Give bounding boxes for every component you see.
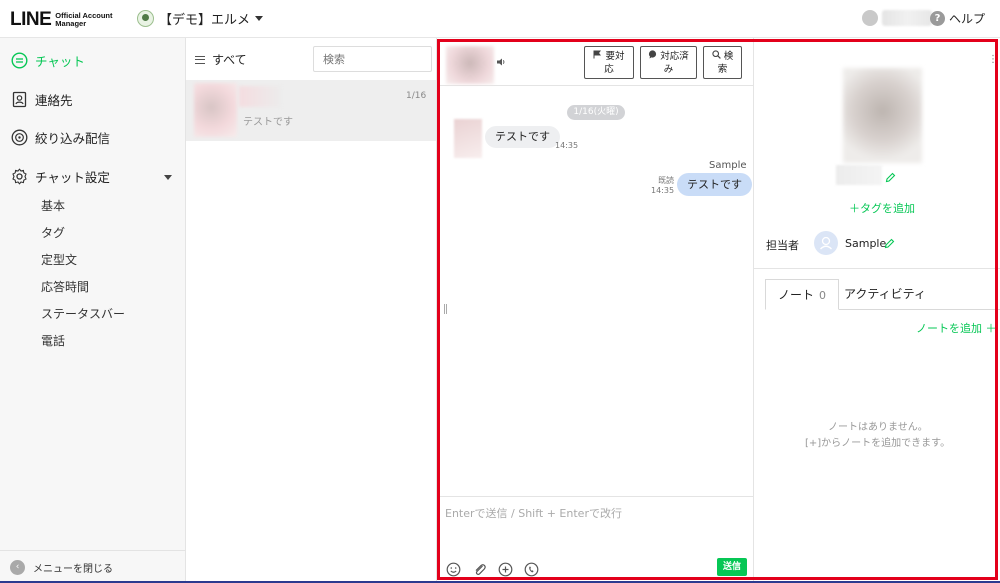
contact-avatar — [194, 83, 237, 137]
notes-count: 0 — [819, 289, 827, 302]
sidebar-subitem-templates[interactable]: 定型文 — [41, 251, 77, 268]
sidebar-subitem-phone[interactable]: 電話 — [41, 332, 65, 349]
profile-photo — [843, 68, 922, 163]
resolved-button[interactable]: 対応済 み — [640, 46, 697, 79]
phone-icon[interactable] — [524, 562, 539, 577]
chevron-down-icon[interactable] — [164, 175, 172, 180]
sidebar-item-label: チャット — [35, 54, 85, 69]
empty-notes-message: ノートはありません。 — [828, 422, 928, 433]
sidebar-subitem-basic[interactable]: 基本 — [41, 197, 65, 214]
read-status: 既読 14:35 — [651, 176, 675, 195]
emoji-icon[interactable] — [446, 562, 461, 577]
sender-avatar — [454, 119, 482, 158]
message-composer: Enterで送信 / Shift + Enterで改行 送信 — [437, 496, 754, 583]
broadcast-icon — [10, 129, 28, 147]
chat-header: 要対 応 対応済 み 検 索 — [437, 38, 754, 86]
assignee-avatar — [814, 231, 838, 255]
user-menu[interactable] — [862, 10, 932, 26]
add-circle-icon[interactable] — [498, 562, 513, 577]
close-menu-label: メニューを閉じる — [33, 563, 113, 575]
chat-bubble-icon — [10, 52, 28, 70]
logo-subtitle: Official Account Manager — [55, 11, 113, 28]
tab-notes[interactable]: ノート 0 — [765, 279, 840, 310]
resize-handle[interactable] — [444, 304, 447, 314]
sidebar-item-broadcast[interactable]: 絞り込み配信 — [10, 128, 110, 147]
sidebar-item-label: 連絡先 — [35, 93, 73, 108]
gear-icon — [10, 168, 28, 186]
account-avatar-icon — [137, 10, 154, 27]
flag-icon — [593, 50, 605, 62]
chat-panel: 要対 応 対応済 み 検 索 1/16(火曜) テストです 14:35 Samp… — [437, 38, 754, 583]
message-time: 14:35 — [555, 141, 579, 150]
sidebar: チャット 連絡先 絞り込み配信 チャット設定 基本 タグ 定型文 応答時間 ステ… — [0, 38, 186, 583]
sidebar-subitem-tags[interactable]: タグ — [41, 224, 65, 241]
message-sender: Sample — [709, 160, 747, 171]
sidebar-item-label: チャット設定 — [35, 170, 110, 185]
profile-name-redacted — [836, 165, 882, 185]
date-separator: 1/16(火曜) — [567, 105, 625, 120]
top-header: LINE Official Account Manager 【デモ】エルメ ? ヘ… — [0, 0, 1000, 38]
last-message-preview: テストです — [243, 117, 293, 128]
sidebar-item-chat[interactable]: チャット — [10, 51, 85, 70]
chevron-down-icon — [255, 16, 264, 21]
speech-bubble-icon — [648, 50, 660, 62]
filter-label: すべて — [212, 53, 247, 67]
close-menu-button[interactable]: ‹ メニューを閉じる — [0, 550, 186, 583]
logo-wordmark: LINE — [10, 9, 52, 30]
divider — [754, 268, 1000, 269]
sidebar-subitem-status-bar[interactable]: ステータスバー — [41, 305, 125, 322]
needs-response-button[interactable]: 要対 応 — [584, 46, 634, 79]
incoming-message: テストです — [485, 126, 560, 148]
outgoing-message: テストです — [677, 173, 752, 196]
contact-profile-panel: ⋮ ＋タグを追加 担当者 Sample ノート 0 アクティビティ ノートを追加 … — [754, 38, 1000, 583]
edit-pencil-icon[interactable] — [884, 238, 895, 249]
search-icon — [712, 50, 724, 62]
chat-list-panel: すべて テストです 1/16 — [186, 38, 437, 583]
sidebar-item-label: 絞り込み配信 — [35, 131, 111, 146]
add-note-button[interactable]: ノートを追加 ＋ — [916, 320, 997, 336]
account-name: 【デモ】エルメ — [159, 13, 251, 28]
account-switcher[interactable]: 【デモ】エルメ — [137, 9, 264, 28]
user-name-redacted — [882, 10, 932, 26]
assignee-label: 担当者 — [766, 239, 799, 252]
contact-name-redacted — [239, 86, 282, 107]
help-label: ヘルプ — [949, 12, 986, 26]
attachment-icon[interactable] — [472, 562, 487, 577]
last-message-date: 1/16 — [406, 91, 427, 101]
chat-list-item[interactable]: テストです 1/16 — [186, 80, 436, 141]
speaker-icon[interactable] — [497, 58, 506, 66]
chat-filter-dropdown[interactable]: すべて — [195, 51, 247, 68]
chevron-left-icon: ‹ — [10, 559, 25, 575]
help-icon: ? — [930, 11, 945, 26]
contacts-icon — [10, 91, 28, 109]
sidebar-subitem-response-hours[interactable]: 応答時間 — [41, 278, 89, 295]
tab-activity[interactable]: アクティビティ — [832, 279, 938, 310]
sidebar-item-chat-settings[interactable]: チャット設定 — [10, 167, 110, 186]
help-link[interactable]: ? ヘルプ — [930, 10, 985, 27]
more-options-icon[interactable]: ⋮ — [988, 54, 998, 65]
menu-icon — [195, 55, 205, 64]
search-messages-button[interactable]: 検 索 — [703, 46, 742, 79]
user-avatar — [862, 10, 878, 26]
chat-search-input[interactable] — [313, 46, 432, 72]
add-tag-button[interactable]: ＋タグを追加 — [849, 200, 915, 216]
profile-tabs: ノート 0 アクティビティ — [765, 279, 1000, 310]
send-button[interactable]: 送信 — [717, 558, 747, 576]
sidebar-item-contacts[interactable]: 連絡先 — [10, 90, 73, 109]
contact-avatar[interactable] — [446, 46, 494, 84]
edit-pencil-icon[interactable] — [885, 172, 896, 183]
line-oa-logo[interactable]: LINE Official Account Manager — [10, 9, 113, 31]
empty-notes-hint: [+]からノートを追加できます。 — [805, 438, 951, 449]
assignee-name: Sample — [845, 237, 887, 250]
message-input[interactable]: Enterで送信 / Shift + Enterで改行 — [445, 505, 622, 521]
